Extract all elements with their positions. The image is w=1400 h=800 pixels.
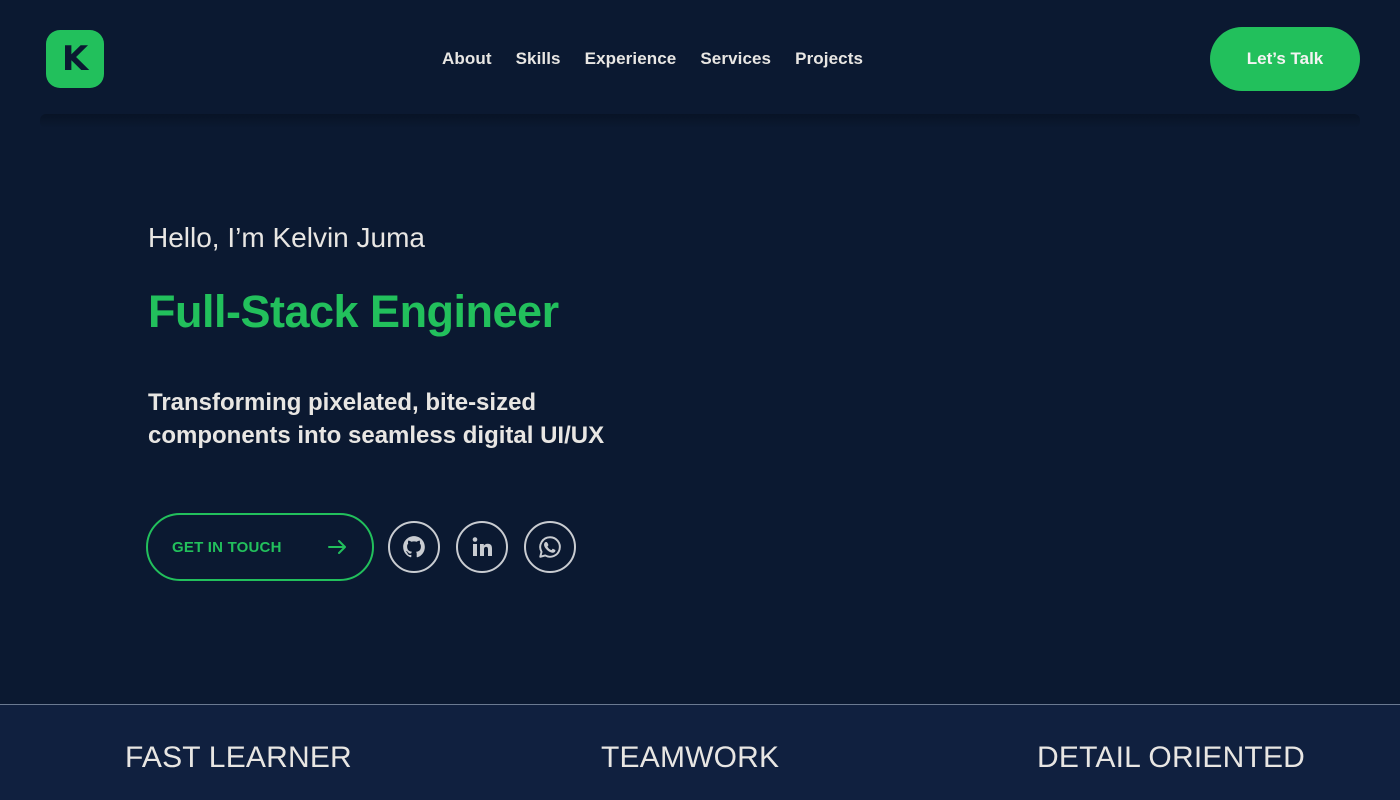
- main-nav: About Skills Experience Services Project…: [442, 48, 863, 70]
- tagline-line-2: components into seamless digital UI/UX: [148, 422, 605, 449]
- trait-fast-learner: FAST LEARNER: [125, 741, 352, 774]
- logo-letter: K: [61, 39, 89, 79]
- nav-link-skills[interactable]: Skills: [516, 49, 561, 69]
- nav-link-projects[interactable]: Projects: [795, 49, 863, 69]
- nav-link-experience[interactable]: Experience: [585, 49, 677, 69]
- site-header: K About Skills Experience Services Proje…: [0, 0, 1400, 118]
- github-link[interactable]: [388, 521, 440, 573]
- traits-strip: FAST LEARNER TEAMWORK DETAIL ORIENTED: [0, 704, 1400, 800]
- trait-teamwork: TEAMWORK: [601, 741, 780, 774]
- tagline-line-1: Transforming pixelated, bite-sized: [148, 389, 537, 416]
- whatsapp-icon: [537, 534, 563, 560]
- linkedin-icon: [470, 535, 494, 559]
- nav-link-services[interactable]: Services: [700, 49, 771, 69]
- lets-talk-button[interactable]: Let’s Talk: [1210, 27, 1360, 91]
- hero-role: Full-Stack Engineer: [148, 286, 559, 337]
- trait-detail-oriented: DETAIL ORIENTED: [1037, 741, 1306, 774]
- hero-greeting: Hello, I’m Kelvin Juma: [148, 222, 425, 253]
- header-shadow: [40, 114, 1360, 128]
- whatsapp-link[interactable]: [524, 521, 576, 573]
- arrow-right-icon: [328, 539, 348, 555]
- github-icon: [401, 534, 427, 560]
- get-in-touch-label: GET IN TOUCH: [172, 538, 282, 556]
- get-in-touch-button[interactable]: GET IN TOUCH: [146, 513, 374, 581]
- linkedin-link[interactable]: [456, 521, 508, 573]
- hero-tagline: Transforming pixelated, bite-sized compo…: [148, 386, 668, 452]
- logo[interactable]: K: [46, 30, 104, 88]
- nav-link-about[interactable]: About: [442, 49, 492, 69]
